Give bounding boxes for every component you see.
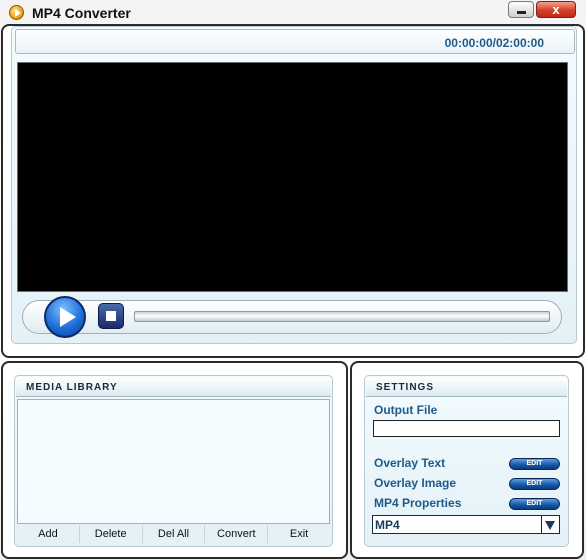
delete-all-button[interactable]: Del All: [143, 525, 206, 543]
close-button[interactable]: x: [536, 1, 576, 18]
settings-title: SETTINGS: [376, 382, 435, 393]
window-title: MP4 Converter: [32, 5, 131, 21]
mp4-properties-edit-button[interactable]: EDIT: [509, 498, 560, 510]
output-file-label: Output File: [374, 403, 438, 417]
seek-slider[interactable]: [134, 311, 550, 322]
delete-button[interactable]: Delete: [80, 525, 143, 543]
play-button[interactable]: [44, 296, 86, 338]
media-file-list[interactable]: [17, 399, 330, 524]
media-library-title: MEDIA LIBRARY: [26, 382, 118, 393]
overlay-image-label: Overlay Image: [374, 476, 457, 490]
output-format-value: MP4: [375, 518, 400, 532]
add-button[interactable]: Add: [17, 525, 80, 543]
mp4-properties-label: MP4 Properties: [374, 496, 462, 510]
stop-button[interactable]: [98, 303, 124, 329]
overlay-image-edit-button[interactable]: EDIT: [509, 478, 560, 490]
media-library-button-row: Add Delete Del All Convert Exit: [17, 525, 330, 543]
close-icon: x: [552, 2, 560, 17]
video-preview: [17, 62, 568, 292]
time-display-bar: 00:00:00/02:00:00: [15, 29, 575, 54]
exit-button[interactable]: Exit: [268, 525, 330, 543]
chevron-down-icon[interactable]: [541, 516, 559, 533]
output-format-dropdown[interactable]: MP4: [372, 515, 560, 534]
title-bar: MP4 Converter x: [0, 0, 586, 26]
overlay-text-label: Overlay Text: [374, 456, 446, 470]
overlay-text-edit-button[interactable]: EDIT: [509, 458, 560, 470]
timecode: 00:00:00/02:00:00: [444, 36, 544, 50]
minimize-button[interactable]: [508, 1, 534, 18]
app-logo-icon: [9, 5, 24, 20]
convert-button[interactable]: Convert: [205, 525, 269, 543]
output-file-field[interactable]: [373, 420, 560, 437]
